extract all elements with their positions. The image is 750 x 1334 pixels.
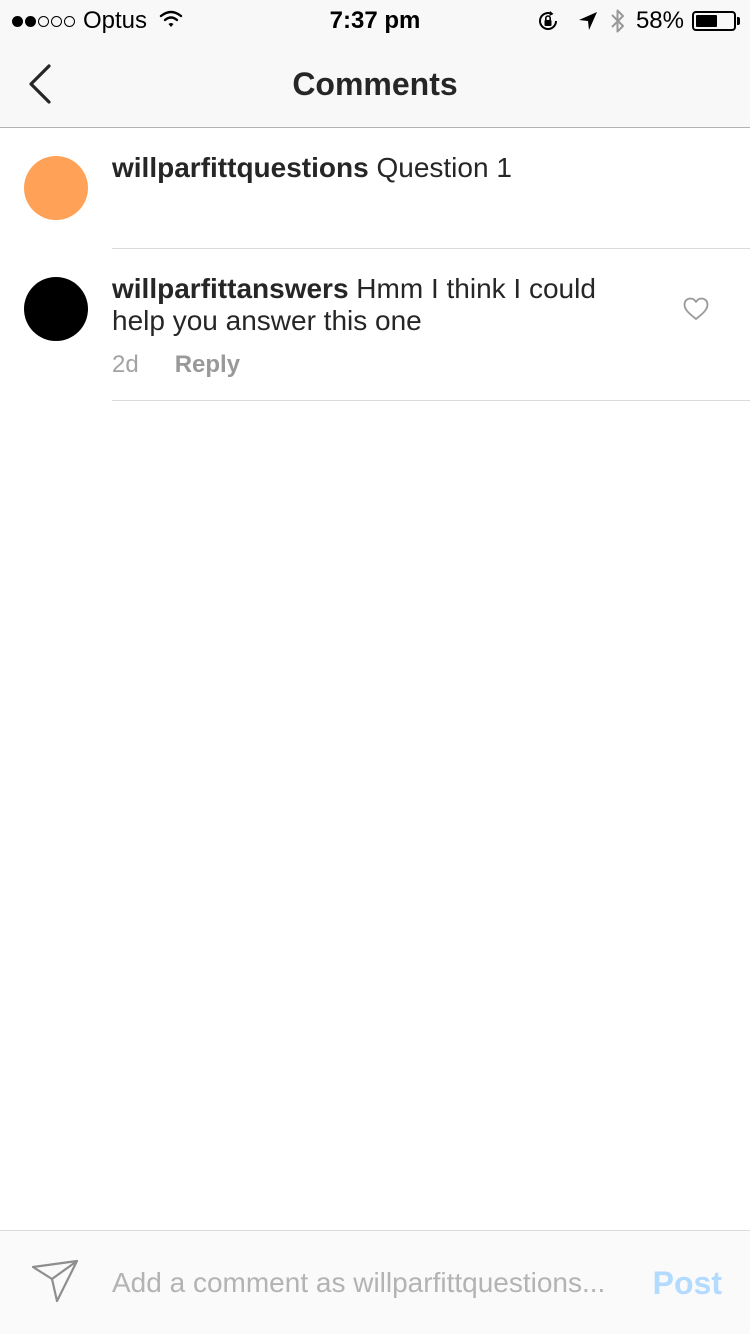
avatar[interactable] — [24, 156, 88, 220]
comment-username[interactable]: willparfittquestions — [112, 152, 369, 183]
page-title: Comments — [292, 66, 458, 102]
comment-username[interactable]: willparfittanswers — [112, 273, 349, 304]
comment-item: willparfittquestions Question 1 — [0, 128, 750, 249]
navigation-bar: Comments — [0, 40, 750, 128]
battery-cap — [737, 17, 740, 25]
status-bar: Optus 7:37 pm 58% — [0, 0, 750, 40]
avatar[interactable] — [24, 277, 88, 341]
status-bar-right: 58% — [536, 6, 740, 36]
like-button[interactable] — [680, 293, 712, 325]
comment-input[interactable] — [112, 1259, 624, 1307]
comment-timestamp: 2d — [112, 351, 139, 378]
comment-meta: 2d Reply — [112, 351, 240, 379]
rotation-lock-icon — [536, 9, 560, 33]
comment-text: willparfittquestions Question 1 — [112, 152, 672, 184]
post-button[interactable]: Post — [653, 1261, 722, 1305]
battery-level-fill — [696, 15, 717, 27]
comment-input-bar: Post — [0, 1230, 750, 1334]
comment-content: Question 1 — [376, 152, 512, 183]
paper-plane-icon — [31, 1259, 79, 1303]
comment-text: willparfittanswers Hmm I think I could h… — [112, 273, 632, 337]
direct-message-button[interactable] — [30, 1257, 82, 1307]
comment-item: willparfittanswers Hmm I think I could h… — [0, 249, 750, 401]
divider — [112, 400, 750, 401]
battery-percentage: 58% — [635, 7, 684, 34]
reply-button[interactable]: Reply — [175, 351, 240, 379]
bluetooth-icon — [610, 8, 626, 34]
location-arrow-icon — [578, 11, 598, 31]
battery-icon — [692, 11, 736, 31]
heart-outline-icon — [683, 297, 709, 320]
